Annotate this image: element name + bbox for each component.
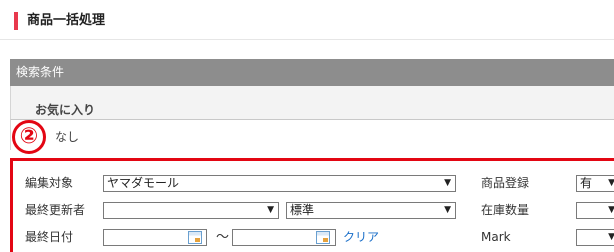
edit-target-label: 編集対象 (25, 176, 74, 190)
chevron-down-icon: ▼ (608, 232, 614, 242)
search-conditions-header[interactable]: 検索条件 (10, 59, 614, 86)
edit-target-value: ヤマダモール (107, 176, 180, 190)
date-range-separator: ～ (216, 230, 230, 245)
mark-select[interactable]: ▼ (576, 229, 614, 246)
search-conditions-label: 検索条件 (16, 65, 65, 79)
stock-quantity-select[interactable]: ▼ (576, 202, 614, 219)
chevron-down-icon: ▼ (444, 205, 451, 215)
page-header: 商品一括処理 (0, 0, 614, 40)
edit-target-select[interactable]: ヤマダモール ▼ (103, 175, 456, 192)
updater-type-select[interactable]: 標準 ▼ (286, 202, 456, 219)
product-registration-value: 有 (580, 176, 593, 190)
favorites-header[interactable]: お気に入り (10, 86, 614, 120)
last-date-label: 最終日付 (25, 230, 74, 244)
product-registration-label: 商品登録 (481, 176, 530, 190)
chevron-down-icon: ▼ (444, 178, 451, 188)
calendar-icon[interactable] (188, 231, 202, 244)
favorites-value: なし (55, 130, 80, 144)
product-registration-select[interactable]: 有 ▼ (576, 175, 614, 192)
stock-quantity-label: 在庫数量 (481, 203, 530, 217)
title-accent-bar (14, 12, 18, 30)
mark-label: Mark (481, 230, 511, 244)
last-updater-select[interactable]: ▼ (103, 202, 279, 219)
calendar-icon[interactable] (316, 231, 330, 244)
clear-date-link[interactable]: クリア (343, 230, 379, 245)
step-marker: ② (12, 120, 46, 154)
chevron-down-icon: ▼ (608, 205, 614, 215)
last-updater-label: 最終更新者 (25, 203, 86, 217)
updater-type-value: 標準 (290, 203, 315, 217)
favorites-label: お気に入り (35, 103, 96, 117)
favorites-row: なし (10, 120, 614, 150)
chevron-down-icon: ▼ (608, 178, 614, 188)
filter-panel: 編集対象 ヤマダモール ▼ 商品登録 有 ▼ 最終更新者 ▼ 標準 ▼ 在庫数量… (10, 158, 614, 252)
chevron-down-icon: ▼ (267, 205, 274, 215)
page-title: 商品一括処理 (27, 13, 106, 28)
